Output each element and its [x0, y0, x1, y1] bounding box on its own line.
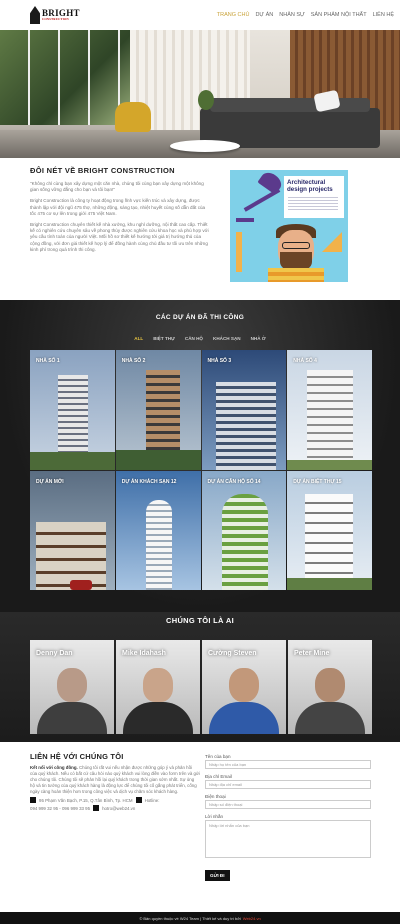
phone-label: Điện thoại: [205, 794, 226, 799]
team-member-card[interactable]: Peter Mine: [288, 640, 372, 734]
name-label: Tên của bạn: [205, 754, 231, 759]
project-label: NHÀ SỐ 1: [36, 358, 60, 364]
member-name: Denny Dan: [36, 650, 73, 657]
email-label: Địa chỉ Email: [205, 774, 232, 779]
hero-chair-decor: [115, 102, 151, 132]
team-section: CHÚNG TÔI LÀ AI Denny Dan Mike Idahash C…: [0, 612, 400, 742]
message-field[interactable]: Nhập lời nhắn của bạn: [205, 820, 371, 858]
logo-subtitle: CONSTRUCTION: [42, 17, 69, 21]
projects-section: CÁC DỰ ÁN ĐÃ THI CÔNG ALL BIỆT THỰ CĂN H…: [0, 300, 400, 612]
hotline-label: Hotline:: [144, 797, 160, 803]
member-name: Cường Steven: [208, 650, 257, 657]
location-icon: [30, 797, 36, 803]
footer-copyright: © Bản quyền thuộc về W24 Team | Thiết kế…: [139, 915, 241, 921]
page: BRIGHT CONSTRUCTION TRANG CHỦ DỰ ÁN NHÂN…: [0, 0, 400, 924]
site-logo[interactable]: BRIGHT CONSTRUCTION: [30, 3, 80, 27]
filter-all[interactable]: ALL: [134, 336, 143, 341]
ruler-icon: [236, 232, 242, 272]
contact-email[interactable]: hotro@web24.vn: [102, 806, 135, 811]
avatar: [57, 668, 87, 702]
architect-illustration: Architectural design projects: [230, 170, 348, 282]
team-member-card[interactable]: Cường Steven: [202, 640, 286, 734]
avatar: [315, 668, 345, 702]
project-tile[interactable]: DỰ ÁN CĂN HỘ SỐ 14: [201, 470, 287, 590]
avatar: [143, 668, 173, 702]
nav-projects[interactable]: DỰ ÁN: [255, 12, 273, 18]
member-name: Mike Idahash: [122, 650, 166, 657]
nav-furniture[interactable]: SẢN PHẨM NỘI THẤT: [311, 12, 367, 18]
project-label: NHÀ SỐ 4: [293, 358, 317, 364]
project-tile[interactable]: NHÀ SỐ 3: [201, 350, 287, 470]
house-logo-icon: [30, 6, 40, 24]
project-label: DỰ ÁN CĂN HỘ SỐ 14: [207, 478, 261, 485]
project-filters: ALL BIỆT THỰ CĂN HỘ KHÁCH SẠN NHÀ Ở: [0, 336, 400, 341]
phone-field[interactable]: Nhập số điện thoại: [205, 800, 371, 809]
team-member-card[interactable]: Mike Idahash: [116, 640, 200, 734]
hero-slider[interactable]: [0, 30, 400, 158]
filter-villa[interactable]: BIỆT THỰ: [153, 336, 175, 341]
member-name: Peter Mine: [294, 650, 330, 657]
site-footer: © Bản quyền thuộc về W24 Team | Thiết kế…: [0, 912, 400, 924]
nav-staff[interactable]: NHÂN SỰ: [279, 12, 304, 18]
team-members: Denny Dan Mike Idahash Cường Steven Pete…: [30, 640, 372, 734]
project-grid: NHÀ SỐ 1 NHÀ SỐ 2 NHÀ SỐ 3 NHÀ SỐ 4 DỰ Á…: [30, 350, 372, 590]
projects-title: CÁC DỰ ÁN ĐÃ THI CÔNG: [155, 314, 245, 321]
project-tile[interactable]: NHÀ SỐ 4: [287, 350, 372, 470]
contact-title: LIÊN HỆ VỚI CHÚNG TÔI: [30, 752, 124, 761]
about-paragraph-1: Bright Construction là công ty hoạt động…: [30, 198, 206, 216]
team-title: CHÚNG TÔI LÀ AI: [166, 616, 234, 625]
filter-hotel[interactable]: KHÁCH SẠN: [213, 336, 241, 341]
nav-contact[interactable]: LIÊN HỆ: [373, 12, 394, 18]
name-field[interactable]: Nhập họ tên của bạn: [205, 760, 371, 769]
hero-table-decor: [170, 140, 240, 152]
about-title: ĐÔI NÉT VỀ BRIGHT CONSTRUCTION: [30, 166, 175, 175]
team-member-card[interactable]: Denny Dan: [30, 640, 114, 734]
filter-house[interactable]: NHÀ Ở: [251, 336, 266, 341]
project-tile[interactable]: DỰ ÁN MỚI: [30, 470, 115, 590]
hero-window-decor: [0, 30, 130, 125]
project-tile[interactable]: NHÀ SỐ 1: [30, 350, 115, 470]
contact-phone-row: 094 999 32 95 - 096 999 33 95 hotro@web2…: [30, 805, 200, 811]
submit-button[interactable]: GỬI ĐI: [205, 870, 230, 881]
project-label: DỰ ÁN BIỆT THỰ 15: [293, 478, 342, 485]
illustration-title: Architectural design projects: [287, 179, 333, 193]
footer-link[interactable]: Web24.vn: [243, 916, 261, 921]
contact-address: 95 Phạm Văn Bạch, P.15, Q.Tân Bình, Tp. …: [39, 797, 133, 803]
phone-icon: [135, 797, 142, 803]
project-label: NHÀ SỐ 3: [207, 358, 232, 364]
project-label: NHÀ SỐ 2: [121, 358, 146, 364]
email-field[interactable]: Nhập địa chỉ email: [205, 780, 371, 789]
contact-section: LIÊN HỆ VỚI CHÚNG TÔI Kết nối với công đ…: [30, 752, 200, 811]
about-paragraph-2: Bright Construction chuyên thiết kế nhà …: [30, 222, 209, 252]
filter-apartment[interactable]: CĂN HỘ: [185, 336, 203, 341]
main-nav: TRANG CHỦ DỰ ÁN NHÂN SỰ SẢN PHẨM NỘI THẤ…: [217, 12, 394, 18]
project-tile[interactable]: DỰ ÁN BIỆT THỰ 15: [287, 470, 372, 590]
message-label: Lời nhắn: [205, 814, 224, 819]
hero-plant-decor: [198, 90, 214, 110]
glasses-icon: [282, 242, 310, 249]
about-section: ĐÔI NÉT VỀ BRIGHT CONSTRUCTION "Không ch…: [30, 166, 210, 258]
project-label: DỰ ÁN MỚI: [36, 478, 64, 485]
contact-form: Tên của bạn Nhập họ tên của bạn Địa chỉ …: [205, 754, 373, 882]
set-square-icon: [322, 232, 342, 252]
contact-lead: Kết nối với công đồng.: [30, 765, 78, 770]
contact-address-row: 95 Phạm Văn Bạch, P.15, Q.Tân Bình, Tp. …: [30, 797, 200, 803]
project-label: DỰ ÁN KHÁCH SẠN 12: [121, 478, 177, 485]
project-tile[interactable]: NHÀ SỐ 2: [115, 350, 201, 470]
project-tile[interactable]: DỰ ÁN KHÁCH SẠN 12: [115, 470, 201, 590]
nav-home[interactable]: TRANG CHỦ: [217, 12, 250, 18]
contact-phone[interactable]: 094 999 32 95 - 096 999 33 95: [30, 806, 90, 811]
email-icon: [93, 805, 100, 811]
site-header: BRIGHT CONSTRUCTION TRANG CHỦ DỰ ÁN NHÂN…: [0, 0, 400, 30]
about-quote: "Không chỉ cùng bạn xây dựng một căn nhà…: [30, 181, 204, 193]
avatar: [229, 668, 259, 702]
